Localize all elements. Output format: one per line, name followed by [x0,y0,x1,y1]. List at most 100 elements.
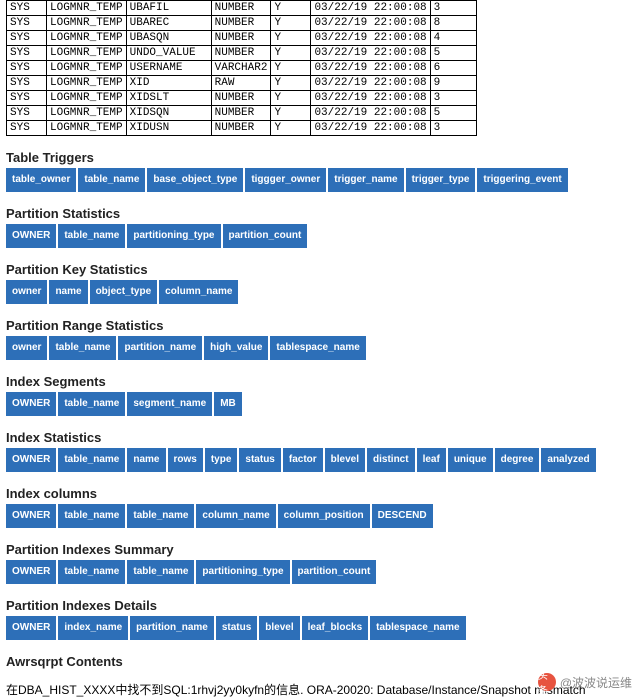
table-row: SYSLOGMNR_TEMPXIDUSNNUMBERY03/22/19 22:0… [7,121,477,136]
watermark: 头条 @波波说运维 [538,673,632,691]
cell: 03/22/19 22:00:08 [311,16,430,31]
column-tag: OWNER [6,448,56,472]
column-tag: type [205,448,238,472]
cell: LOGMNR_TEMP [47,61,127,76]
cell: UNDO_VALUE [126,46,211,61]
column-tag: table_owner [6,168,76,192]
tag-row: OWNERindex_namepartition_namestatusbleve… [6,616,640,640]
column-tag: index_name [58,616,128,640]
cell: SYS [7,61,47,76]
cell: 03/22/19 22:00:08 [311,61,430,76]
table-row: SYSLOGMNR_TEMPXIDRAWY03/22/19 22:00:089 [7,76,477,91]
column-tag: OWNER [6,616,56,640]
column-tag: segment_name [127,392,212,416]
column-tag: table_name [58,560,125,584]
table-row: SYSLOGMNR_TEMPXIDSQNNUMBERY03/22/19 22:0… [7,106,477,121]
column-tag: triggering_event [477,168,567,192]
cell: UBASQN [126,31,211,46]
cell: XIDSQN [126,106,211,121]
column-tag: tablespace_name [270,336,365,360]
cell: 3 [430,91,476,106]
tag-row: OWNERtable_namenamerowstypestatusfactorb… [6,448,640,472]
column-tag: column_name [159,280,238,304]
cell: Y [271,16,311,31]
cell: Y [271,1,311,16]
column-tag: DESCEND [372,504,433,528]
column-tag: name [49,280,87,304]
column-tag: factor [283,448,323,472]
cell: SYS [7,76,47,91]
cell: VARCHAR2 [211,61,271,76]
cell: 8 [430,16,476,31]
tag-row: OWNERtable_namepartitioning_typepartitio… [6,224,640,248]
cell: 3 [430,1,476,16]
column-tag: status [216,616,257,640]
column-tag: table_name [127,560,194,584]
cell: NUMBER [211,16,271,31]
tag-row: OWNERtable_nametable_namepartitioning_ty… [6,560,640,584]
column-tag: table_name [58,504,125,528]
cell: 03/22/19 22:00:08 [311,31,430,46]
column-tag: OWNER [6,504,56,528]
column-tag: blevel [259,616,299,640]
column-tag: table_name [58,392,125,416]
table-row: SYSLOGMNR_TEMPXIDSLTNUMBERY03/22/19 22:0… [7,91,477,106]
toutiao-icon: 头条 [538,673,556,691]
column-tag: OWNER [6,392,56,416]
cell: 5 [430,106,476,121]
column-tag: OWNER [6,560,56,584]
table-row: SYSLOGMNR_TEMPUBASQNNUMBERY03/22/19 22:0… [7,31,477,46]
cell: 03/22/19 22:00:08 [311,91,430,106]
column-tag: leaf [417,448,446,472]
section-title: Partition Statistics [6,206,640,221]
column-tag: OWNER [6,224,56,248]
cell: USERNAME [126,61,211,76]
tag-row: OWNERtable_nametable_namecolumn_namecolu… [6,504,640,528]
cell: Y [271,31,311,46]
section-title: Index Segments [6,374,640,389]
cell: NUMBER [211,91,271,106]
schema-table: SYSLOGMNR_TEMPUBAFILNUMBERY03/22/19 22:0… [6,0,477,136]
column-tag: leaf_blocks [302,616,368,640]
column-tag: owner [6,280,47,304]
cell: SYS [7,31,47,46]
column-tag: column_name [196,504,275,528]
cell: SYS [7,91,47,106]
column-tag: tablespace_name [370,616,465,640]
cell: 9 [430,76,476,91]
column-tag: trigger_name [328,168,403,192]
section-title: Partition Indexes Summary [6,542,640,557]
column-tag: table_name [49,336,116,360]
cell: 6 [430,61,476,76]
cell: LOGMNR_TEMP [47,46,127,61]
column-tag: partitioning_type [127,224,220,248]
cell: LOGMNR_TEMP [47,106,127,121]
tag-row: ownertable_namepartition_namehigh_valuet… [6,336,640,360]
column-tag: partition_count [292,560,377,584]
cell: 03/22/19 22:00:08 [311,76,430,91]
watermark-text: @波波说运维 [560,674,632,691]
cell: XID [126,76,211,91]
section-title: Partition Indexes Details [6,598,640,613]
cell: NUMBER [211,121,271,136]
cell: 4 [430,31,476,46]
column-tag: partition_count [223,224,308,248]
column-tag: partition_name [130,616,214,640]
cell: SYS [7,16,47,31]
cell: RAW [211,76,271,91]
column-tag: owner [6,336,47,360]
column-tag: table_name [58,224,125,248]
section-title: Partition Key Statistics [6,262,640,277]
section-title: Table Triggers [6,150,640,165]
column-tag: MB [214,392,242,416]
cell: LOGMNR_TEMP [47,121,127,136]
cell: Y [271,61,311,76]
cell: LOGMNR_TEMP [47,76,127,91]
cell: Y [271,91,311,106]
table-row: SYSLOGMNR_TEMPUBARECNUMBERY03/22/19 22:0… [7,16,477,31]
cell: SYS [7,46,47,61]
cell: Y [271,106,311,121]
cell: LOGMNR_TEMP [47,91,127,106]
cell: 3 [430,121,476,136]
cell: SYS [7,106,47,121]
